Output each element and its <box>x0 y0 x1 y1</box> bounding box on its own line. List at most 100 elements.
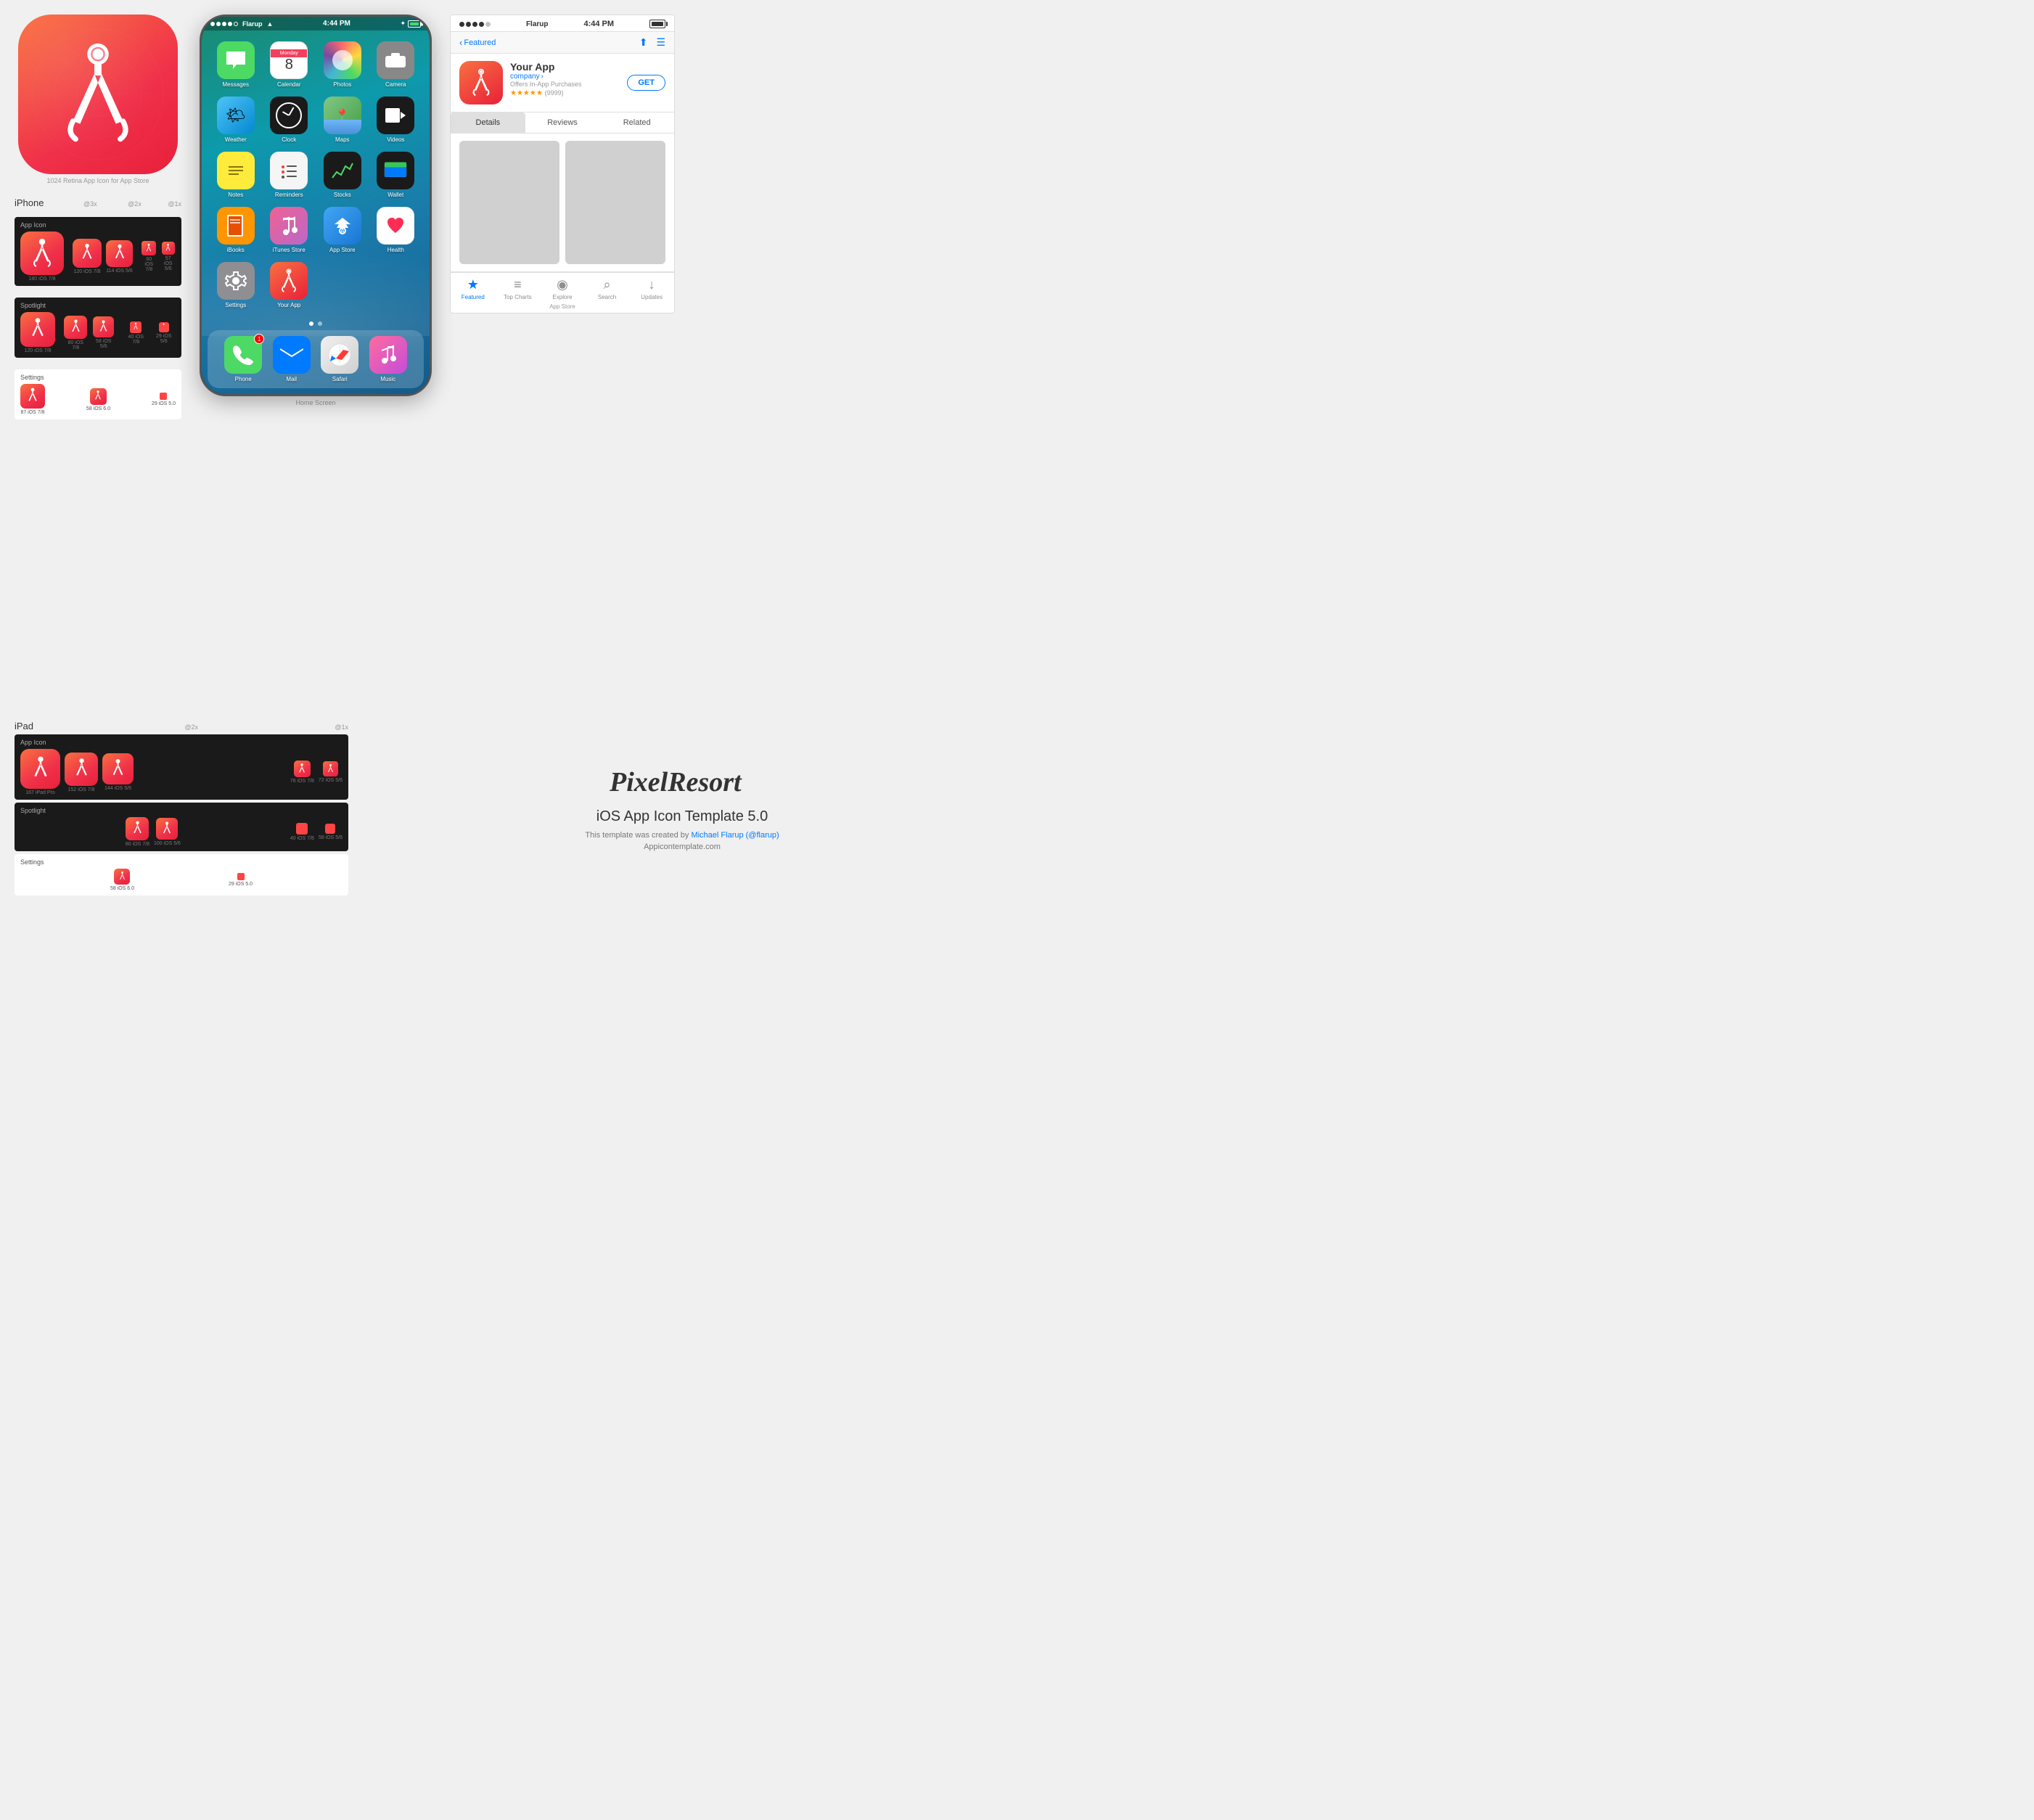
ipad-set-1x-icon <box>237 873 245 880</box>
appstore-tabbar: ★ Featured ≡ Top Charts ◉ Explore ⌕ Sear… <box>451 272 674 302</box>
right-panel: Flarup 4:44 PM ‹ Featured ⬆ ☰ <box>450 15 675 706</box>
tab-related[interactable]: Related <box>599 112 674 133</box>
tabbar-charts[interactable]: ≡ Top Charts <box>496 277 541 300</box>
app-messages[interactable]: Messages <box>209 37 263 92</box>
spotlight-label: Spotlight <box>20 302 176 309</box>
iphone-status-bar: Flarup ▲ 4:44 PM ✦ <box>202 17 430 30</box>
main-app-icon <box>18 15 178 174</box>
icon-60-label: 180 iOS 7/8 <box>29 276 56 282</box>
app-settings[interactable]: Settings <box>209 258 263 313</box>
share-icon[interactable]: ⬆ <box>639 36 648 49</box>
explore-icon: ◉ <box>557 277 568 292</box>
tab-reviews[interactable]: Reviews <box>525 112 600 133</box>
battery-icon <box>408 20 421 28</box>
svg-text:PixelResort: PixelResort <box>609 767 742 798</box>
tabbar-updates[interactable]: ↓ Updates <box>629 277 674 300</box>
app-stocks[interactable]: Stocks <box>316 147 369 202</box>
as-back-button[interactable]: ‹ Featured <box>459 37 496 48</box>
app-grid: Messages Monday 8 Calendar Photos <box>202 33 430 317</box>
scale-1x: @1x <box>168 200 181 208</box>
empty-1 <box>316 258 369 313</box>
icon-38-label: 114 iOS 5/6 <box>106 269 132 274</box>
app-clock[interactable]: Clock <box>263 92 316 147</box>
dock-music[interactable]: Music <box>369 336 407 382</box>
reminders-icon <box>270 152 308 189</box>
photos-flower <box>332 50 353 70</box>
stocks-icon <box>324 152 361 189</box>
as-app-icon <box>459 61 503 104</box>
dot5 <box>234 22 238 26</box>
cal-header: Monday <box>271 49 307 57</box>
dock-safari[interactable]: Safari <box>321 336 358 382</box>
app-camera[interactable]: Camera <box>369 37 423 92</box>
tabbar-featured[interactable]: ★ Featured <box>451 277 496 300</box>
app-ibooks[interactable]: iBooks <box>209 202 263 258</box>
photos-icon <box>324 41 361 79</box>
dot-active <box>309 321 313 326</box>
get-button[interactable]: GET <box>627 75 665 91</box>
spotlight-1xa-label: 40 iOS 7/8 <box>124 335 148 345</box>
website: Appicontemplate.com <box>644 843 721 851</box>
settings-label: Settings <box>20 374 176 381</box>
app-photos[interactable]: Photos <box>316 37 369 92</box>
spotlight-1xb-label: 29 iOS 5/6 <box>152 334 176 344</box>
menu-icon[interactable]: ☰ <box>656 36 665 49</box>
dot-2 <box>318 321 322 326</box>
dot3 <box>222 22 226 26</box>
ipad-set-2x: 58 iOS 6.0 <box>110 869 134 891</box>
app-yourapp[interactable]: Your App <box>263 258 316 313</box>
ipad-scale-1x: @1x <box>335 724 348 731</box>
ibooks-icon <box>217 207 255 245</box>
itunes-icon <box>270 207 308 245</box>
ipad-76-label: 76 iOS 7/8 <box>290 779 314 784</box>
app-appstore[interactable]: A App Store <box>316 202 369 258</box>
weather-emoji: 🌤 <box>226 106 246 125</box>
dock-mail[interactable]: Mail <box>273 336 311 382</box>
main-icon-label: 1024 Retina App Icon for App Store <box>46 177 149 184</box>
svg-text:A: A <box>340 228 345 236</box>
videos-label: Videos <box>387 136 404 143</box>
page-dots <box>202 317 430 330</box>
dock-music-label: Music <box>380 376 395 382</box>
scale-3x: @3x <box>83 200 97 208</box>
health-label: Health <box>387 247 404 253</box>
tabbar-explore[interactable]: ◉ Explore <box>540 277 585 300</box>
ipad-appicon-label: App Icon <box>20 739 343 746</box>
app-maps[interactable]: 📍 Maps <box>316 92 369 147</box>
tab-details[interactable]: Details <box>451 112 525 133</box>
spotlight-icon-2xb <box>93 316 114 337</box>
app-notes[interactable]: Notes <box>209 147 263 202</box>
dock-phone[interactable]: 1 Phone <box>224 336 262 382</box>
ipad-label: iPad <box>15 721 33 731</box>
center-panel: Flarup ▲ 4:44 PM ✦ <box>196 15 435 706</box>
appstore-icon: A <box>324 207 361 245</box>
app-videos[interactable]: Videos <box>369 92 423 147</box>
bottom-section: iPad @2x @1x App Icon 167 iPad Pro 152 i… <box>0 721 1016 910</box>
phone-badge: 1 <box>254 334 264 344</box>
yourapp-home-label: Your App <box>277 302 300 308</box>
app-reminders[interactable]: Reminders <box>263 147 316 202</box>
ipad-sp-30: 100 iOS 5/6 <box>154 818 181 846</box>
videos-icon <box>377 97 414 134</box>
app-wallet[interactable]: Wallet <box>369 147 423 202</box>
ipad-set-icon-2x <box>114 869 130 885</box>
app-calendar[interactable]: Monday 8 Calendar <box>263 37 316 92</box>
tabbar-search[interactable]: ⌕ Search <box>585 277 630 300</box>
appstore-tabs: Details Reviews Related <box>451 112 674 134</box>
icon-group-19: 57 iOS 5/6 <box>161 242 176 271</box>
battery-indicator: ✦ <box>400 20 421 28</box>
app-health[interactable]: Health <box>369 202 423 258</box>
app-itunes[interactable]: iTunes Store <box>263 202 316 258</box>
status-time: 4:44 PM <box>323 20 350 28</box>
spotlight-2x-b: 58 iOS 5/6 <box>92 316 116 349</box>
brand-logo: PixelResort <box>602 763 762 804</box>
featured-icon: ★ <box>467 277 479 292</box>
explore-label: Explore <box>552 294 572 300</box>
ipad-icon-55: 167 iPad Pro <box>20 749 60 795</box>
cal-date: 8 <box>285 57 293 72</box>
pixelresort-logo: PixelResort <box>602 763 762 798</box>
clock-label: Clock <box>282 136 296 143</box>
app-weather[interactable]: 🌤 Weather <box>209 92 263 147</box>
spotlight-2xb-label: 58 iOS 5/6 <box>92 339 116 349</box>
star-rating: ★★★★★ <box>510 89 543 97</box>
